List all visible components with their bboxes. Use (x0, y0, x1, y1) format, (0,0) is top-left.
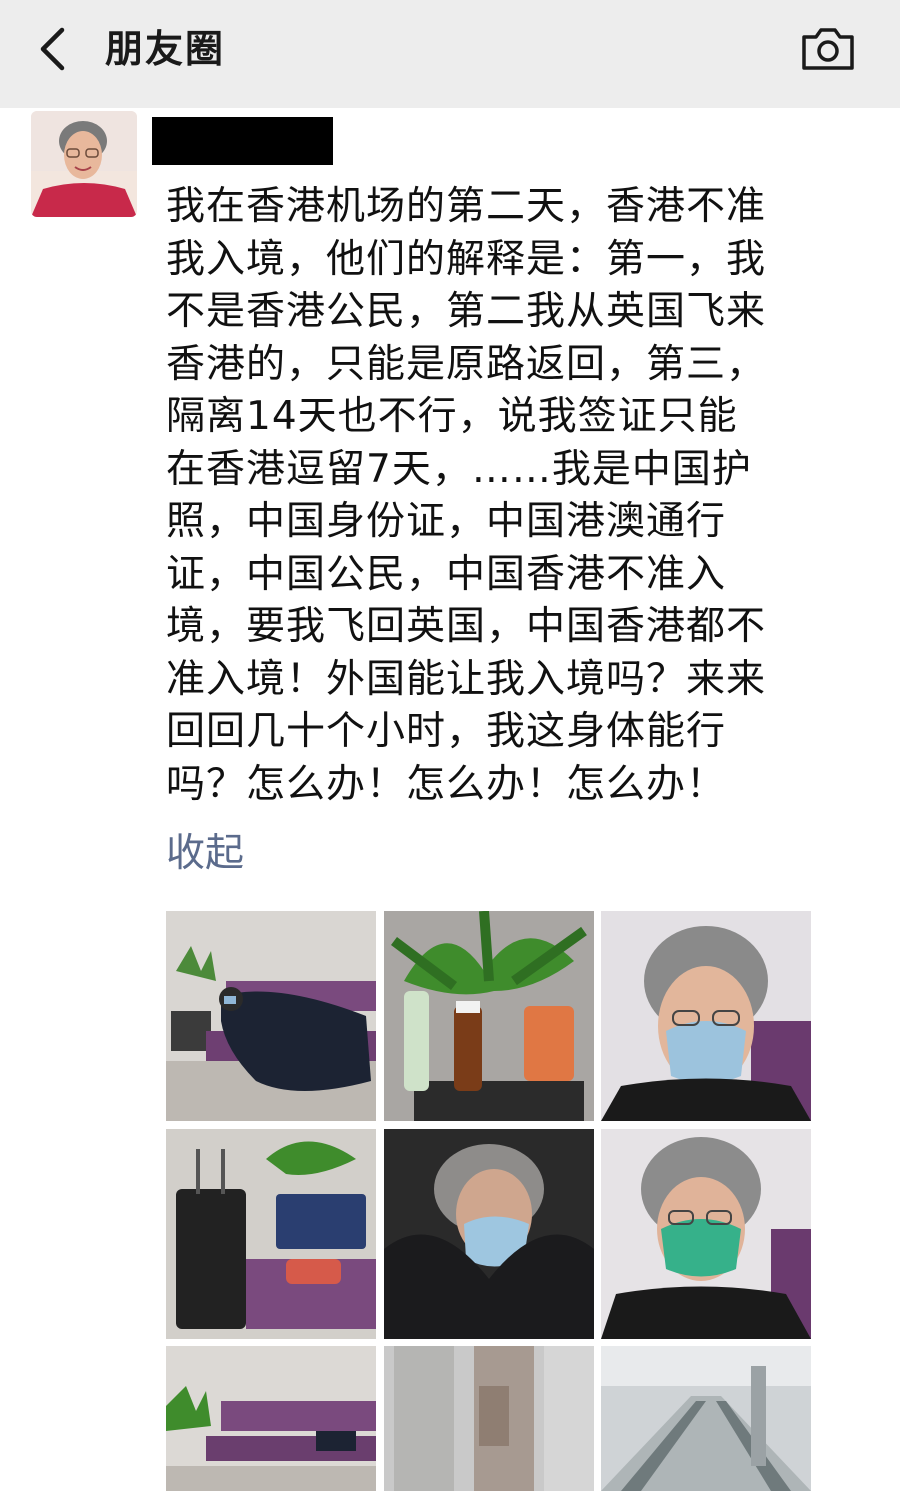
post-text-line: 我入境，他们的解释是：第一，我 (166, 236, 767, 282)
photo-thumbnail[interactable] (384, 1129, 594, 1339)
photo-selfie-mask-2 (601, 1129, 811, 1339)
photo-thumbnail[interactable] (166, 1129, 376, 1339)
post-text-line: 吗？怎么办！怎么办！怎么办！ (166, 761, 727, 807)
photo-empty-chairs (166, 1346, 376, 1491)
camera-icon (802, 28, 854, 70)
post-text-line: 香港的，只能是原路返回，第三， (166, 341, 767, 387)
photo-thumbnail[interactable] (166, 1346, 376, 1491)
author-name-redacted (152, 117, 333, 165)
photo-hooded-mask (384, 1129, 594, 1339)
top-navigation-bar: 朋友圈 (0, 0, 900, 108)
photo-thumbnail[interactable] (384, 911, 594, 1121)
post-text-line: 准入境！外国能让我入境吗？来来 (166, 656, 767, 702)
photo-sleeping-on-chairs (166, 911, 376, 1121)
camera-button[interactable] (800, 24, 856, 72)
avatar[interactable] (31, 111, 137, 217)
post-text-line: 不是香港公民，第二我从英国飞来 (166, 289, 767, 334)
post-text-line: 我在香港机场的第二天，香港不准 (166, 184, 767, 229)
collapse-link[interactable]: 收起 (166, 826, 244, 882)
photo-selfie-mask-1 (601, 911, 811, 1121)
photo-thumbnail[interactable] (601, 1346, 811, 1491)
photo-thumbnail[interactable] (601, 911, 811, 1121)
post-text-line: 境，要我飞回英国，中国香港都不 (166, 604, 767, 649)
post-text-line: 回回几十个小时，我这身体能行 (166, 709, 727, 754)
photo-thumbnail[interactable] (166, 911, 376, 1121)
photo-plant-bottles (384, 911, 594, 1121)
post-text-line: 证，中国公民，中国香港不准入 (166, 551, 727, 597)
photo-thumbnail[interactable] (384, 1346, 594, 1491)
page-title: 朋友圈 (105, 27, 226, 71)
post-text: 我在香港机场的第二天，香港不准 我入境，他们的解释是：第一，我 不是香港公民，第… (166, 181, 856, 811)
photo-restroom (384, 1346, 594, 1491)
post-text-line: 隔离14天也不行，说我签证只能 (166, 394, 738, 439)
back-button[interactable] (30, 24, 80, 74)
post-text-line: 照，中国身份证，中国港澳通行 (166, 499, 727, 544)
chevron-left-icon (40, 27, 65, 71)
avatar-photo (31, 111, 137, 217)
photo-airport-corridor (601, 1346, 811, 1491)
post-text-line: 在香港逗留7天，……我是中国护 (166, 446, 752, 492)
photo-luggage (166, 1129, 376, 1339)
photo-thumbnail[interactable] (601, 1129, 811, 1339)
